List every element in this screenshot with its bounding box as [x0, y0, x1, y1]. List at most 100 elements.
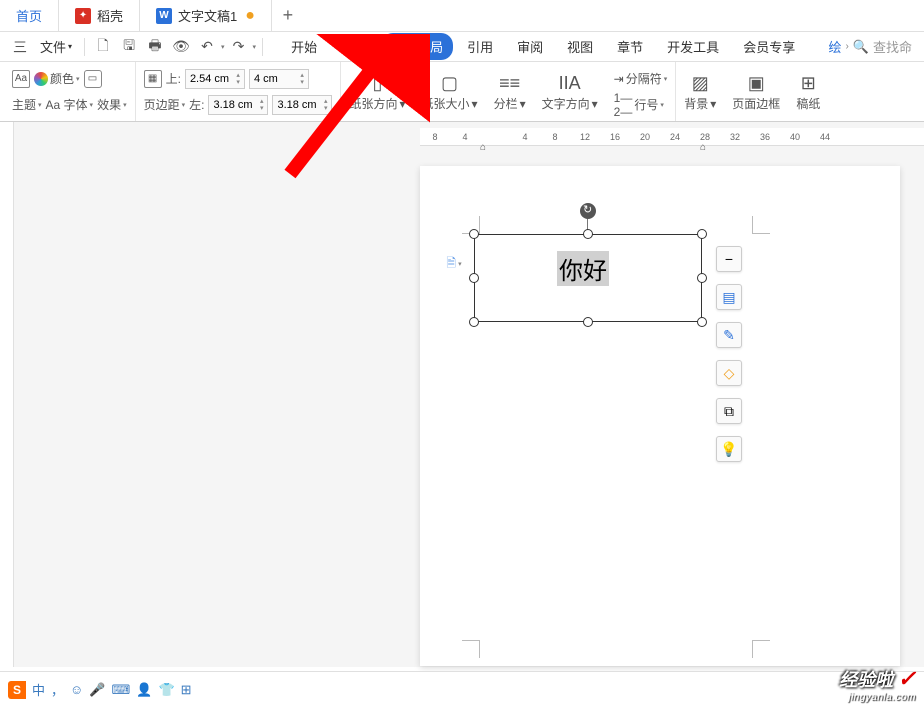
tab-insert[interactable]: 插入 — [331, 33, 377, 60]
rotate-handle[interactable] — [580, 203, 596, 219]
theme-color[interactable]: 颜色▾ — [34, 70, 80, 87]
ruler-tick: 28 — [690, 132, 720, 142]
chevron-right-icon[interactable]: › — [845, 41, 848, 52]
tab-add[interactable]: + — [272, 0, 304, 31]
margin-top-input[interactable]: 2.54 cm▴▾ — [185, 69, 245, 89]
ime-shirt-icon[interactable]: 👕 — [158, 682, 174, 698]
hamburger-icon[interactable]: 三 — [8, 35, 32, 59]
ruler-tick: 40 — [780, 132, 810, 142]
print-icon[interactable]: 🖶 — [143, 35, 167, 59]
tool-fill-icon[interactable]: ◇ — [716, 360, 742, 386]
group-theme: Aa 颜色▾ ▭ 主题▾ Aa 字体▾ 效果▾ — [4, 62, 136, 121]
check-icon: ✓ — [898, 666, 916, 691]
separator — [262, 38, 263, 56]
ruler-tick: 4 — [510, 132, 540, 142]
watermark-text: 经验啦 — [839, 670, 893, 690]
tab-section[interactable]: 章节 — [607, 33, 653, 60]
font-button[interactable]: Aa 字体▾ — [46, 96, 94, 113]
margin-corner — [752, 216, 770, 234]
tool-bulb-icon[interactable]: 💡 — [716, 436, 742, 462]
resize-handle[interactable] — [697, 273, 707, 283]
tab-daoke[interactable]: ✦ 稻壳 — [59, 0, 140, 31]
effect-button[interactable]: 效果▾ — [97, 96, 127, 113]
paper-direction[interactable]: ▯ 纸张方向▾ — [341, 62, 413, 121]
ime-punct[interactable]: ， — [51, 680, 64, 699]
ime-grid-icon[interactable]: ⊞ — [181, 682, 192, 698]
ruler-indent-marker[interactable]: ⌂ — [700, 142, 706, 153]
tool-pen-icon[interactable]: ✎ — [716, 322, 742, 348]
ime-zh[interactable]: 中 — [32, 680, 45, 699]
draft-paper[interactable]: ⊞ 稿纸 — [788, 62, 828, 121]
theme-shape-icon[interactable]: ▭ — [84, 70, 102, 88]
print-preview-icon[interactable]: 👁 — [169, 35, 193, 59]
line-number-btn[interactable]: 1—2— 行号▾ — [614, 91, 664, 119]
redo-icon[interactable]: ↷ — [227, 35, 251, 59]
ribbon-tabs: 开始 插入 页面布局 引用 审阅 视图 章节 开发工具 会员专享 — [281, 33, 826, 60]
ime-keyboard-icon[interactable]: ⌨ — [112, 682, 131, 698]
text-box[interactable]: 你好 — [474, 234, 702, 322]
resize-handle[interactable] — [583, 229, 593, 239]
tab-developer[interactable]: 开发工具 — [657, 33, 729, 60]
textbox-content[interactable]: 你好 — [557, 251, 609, 286]
border-icon: ▣ — [744, 71, 768, 95]
tab-home[interactable]: 首页 — [0, 0, 59, 31]
resize-handle[interactable] — [469, 317, 479, 327]
redo-more-icon[interactable]: ▾ — [253, 43, 257, 51]
margin-icon[interactable]: ▦ — [144, 70, 162, 88]
text-direction[interactable]: IIA 文字方向▾ — [534, 62, 606, 121]
tab-member[interactable]: 会员专享 — [733, 33, 805, 60]
paper-size[interactable]: ▢ 纸张大小▾ — [414, 62, 486, 121]
quick-access-bar: 三 文件 ▾ 🗋 🖫 🖶 👁 ↶ ▾ ↷ ▾ 开始 插入 页面布局 引用 审阅 … — [0, 32, 924, 62]
doc-icon: W — [156, 8, 172, 24]
file-menu[interactable]: 文件 ▾ — [34, 37, 78, 56]
columns[interactable]: ≡≡ 分栏▾ — [486, 62, 534, 121]
ime-emoji-icon[interactable]: ☺ — [70, 682, 83, 697]
resize-handle[interactable] — [469, 273, 479, 283]
tab-document[interactable]: W 文字文稿1 ● — [140, 0, 272, 31]
sogou-icon[interactable]: S — [8, 681, 26, 699]
resize-handle[interactable] — [469, 229, 479, 239]
tab-view[interactable]: 视图 — [557, 33, 603, 60]
layout-options-icon[interactable]: 🗎▾ — [444, 254, 464, 274]
page-border[interactable]: ▣ 页面边框 — [724, 62, 788, 121]
new-icon[interactable]: 🗋 — [91, 35, 115, 59]
ruler-tick: 36 — [750, 132, 780, 142]
tool-copy-icon[interactable]: ⧉ — [716, 398, 742, 424]
theme-button[interactable]: 主题▾ — [12, 96, 42, 113]
ruler-tick: 32 — [720, 132, 750, 142]
theme-font-icon[interactable]: Aa — [12, 70, 30, 88]
linenum-icon: 1—2— — [614, 91, 633, 119]
resize-handle[interactable] — [583, 317, 593, 327]
background[interactable]: ▨ 背景▾ — [676, 62, 724, 121]
margin-button[interactable]: 页边距▾ — [144, 96, 186, 113]
margin-r2b-input[interactable]: 3.18 cm▴▾ — [272, 95, 332, 115]
undo-icon[interactable]: ↶ — [195, 35, 219, 59]
tab-page-layout[interactable]: 页面布局 — [381, 33, 453, 60]
ruler-tick: 8 — [540, 132, 570, 142]
tab-start[interactable]: 开始 — [281, 33, 327, 60]
horizontal-ruler[interactable]: 8 4 4 8 12 16 20 24 28 32 36 40 44 ⌂ ⌂ — [420, 128, 924, 146]
margin-left-input[interactable]: 3.18 cm▴▾ — [208, 95, 268, 115]
ruler-indent-marker[interactable]: ⌂ — [480, 142, 486, 153]
ime-user-icon[interactable]: 👤 — [136, 682, 152, 698]
draw-tab[interactable]: 绘 — [828, 37, 841, 56]
textdir-icon: IIA — [558, 71, 582, 95]
document-page[interactable]: 🗎▾ 你好 − ▤ ✎ ◇ ⧉ 💡 — [420, 166, 900, 666]
separator-btn[interactable]: ⇥ 分隔符▾ — [614, 70, 668, 87]
tool-minus[interactable]: − — [716, 246, 742, 272]
save-icon[interactable]: 🖫 — [117, 35, 141, 59]
ime-mic-icon[interactable]: 🎤 — [89, 682, 105, 698]
tab-review[interactable]: 审阅 — [507, 33, 553, 60]
watermark: 经验啦 ✓ jingyanla.com — [839, 666, 916, 703]
search-icon: 🔍 — [853, 39, 869, 55]
left-label: 左: — [189, 96, 204, 113]
color-label: 颜色 — [50, 70, 74, 87]
tab-references[interactable]: 引用 — [457, 33, 503, 60]
margin-r2a-input[interactable]: 4 cm▴▾ — [249, 69, 309, 89]
undo-more-icon[interactable]: ▾ — [221, 43, 225, 51]
tool-wrap-icon[interactable]: ▤ — [716, 284, 742, 310]
resize-handle[interactable] — [697, 229, 707, 239]
resize-handle[interactable] — [697, 317, 707, 327]
sep-icon: ⇥ — [614, 72, 624, 86]
search-box[interactable]: 🔍 查找命 — [853, 37, 912, 56]
